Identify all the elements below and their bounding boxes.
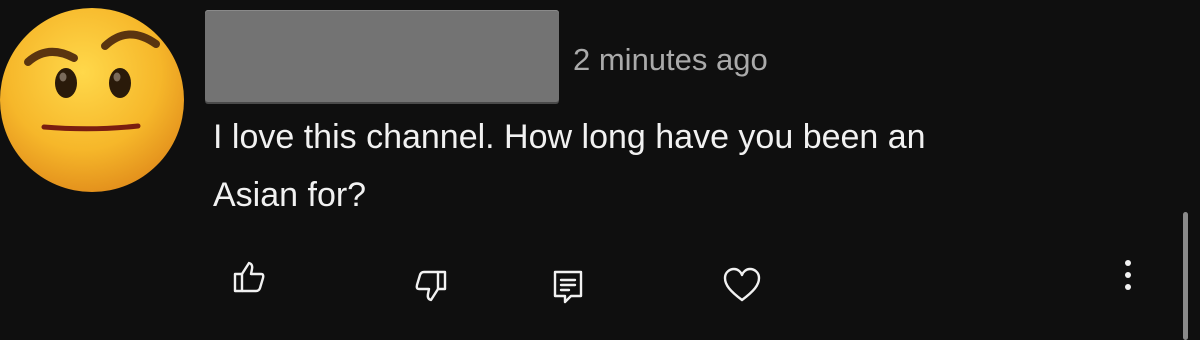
comment-text-line: I love this channel. How long have you b…: [213, 118, 926, 156]
avatar[interactable]: [0, 0, 190, 192]
redacted-username: [205, 10, 559, 102]
comment-timestamp: 2 minutes ago: [573, 42, 768, 77]
heart-button[interactable]: [718, 262, 766, 310]
comment-text-line: Asian for?: [213, 176, 367, 214]
reply-button[interactable]: [544, 263, 592, 311]
more-vertical-icon-dot: [1125, 272, 1131, 278]
skeptical-raised-eyebrow-emoji-icon: [0, 8, 184, 192]
more-vertical-icon-dot: [1125, 284, 1131, 290]
more-vertical-icon-dot: [1125, 260, 1131, 266]
heart-icon: [723, 267, 761, 302]
scrollbar[interactable]: [1183, 212, 1188, 340]
comment-text: I love this channel. How long have you b…: [213, 108, 1113, 224]
more-options-button[interactable]: [1110, 255, 1146, 295]
like-button[interactable]: [225, 253, 273, 301]
thumbs-up-icon: [233, 261, 265, 293]
thumbs-down-icon: [415, 270, 447, 302]
reply-comment-icon: [553, 270, 583, 304]
dislike-button[interactable]: [407, 262, 455, 310]
